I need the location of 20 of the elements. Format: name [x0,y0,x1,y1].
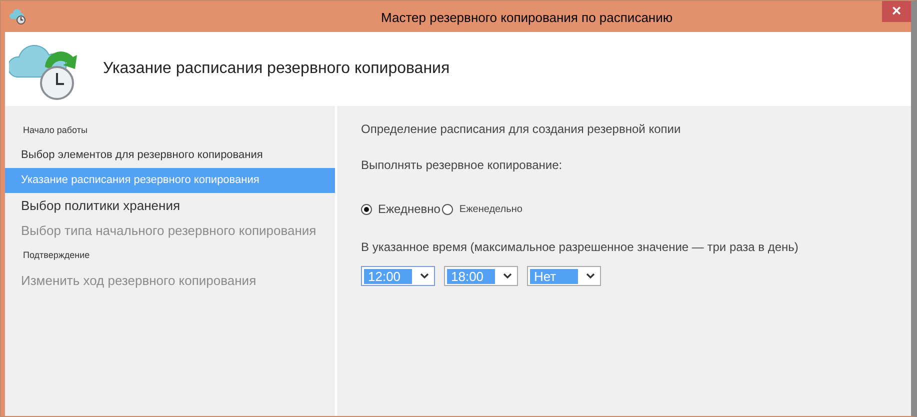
frequency-label: Выполнять резервное копирование: [361,158,564,172]
chevron-down-icon [420,273,429,279]
frequency-radio[interactable]: Ежедневно [361,202,440,216]
section-heading: Определение расписания для создания резервной копии [361,122,682,136]
cloud-clock-icon [9,8,27,24]
sidebar-item: Подтверждение [22,249,91,262]
sidebar-item: Начало работы [22,124,88,137]
sidebar-item[interactable]: Выбор элементов для резервного копирования [5,143,335,168]
close-button[interactable]: × [882,1,911,22]
sidebar-item[interactable]: Выбор политики хранения [5,193,335,218]
times-label: В указанное время (максимальное разрешенное значение — три раза в день) [361,240,798,254]
chevron-down-icon [586,273,595,279]
chevron-down-icon [503,273,512,279]
time-dropdown[interactable]: 18:00 [444,266,518,286]
window-title: Мастер резервного копирования по расписанию [381,10,673,25]
sidebar-item[interactable]: Указание расписания резервного копирования [5,168,335,193]
frequency-radio[interactable]: Еженедельно [442,204,522,214]
time-dropdown[interactable]: Нет [527,266,601,286]
time-dropdown[interactable]: 12:00 [361,266,435,286]
page-title: Указание расписания резервного копирования [103,60,450,78]
